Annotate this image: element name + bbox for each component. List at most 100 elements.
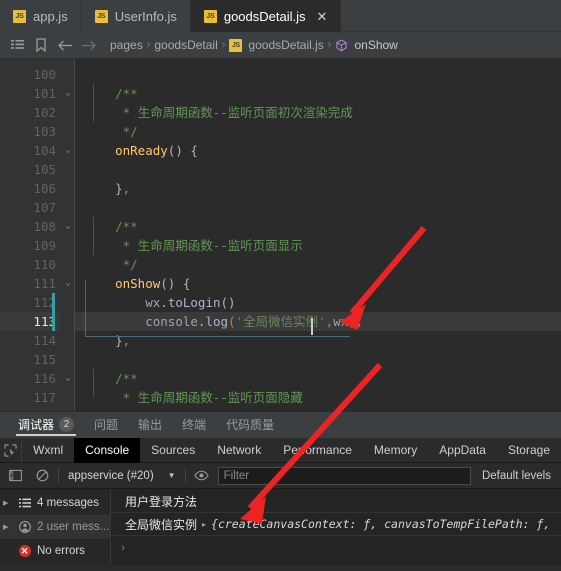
devtools-tab-performance[interactable]: Performance [272,438,363,463]
line-number: 112 [33,295,56,310]
editor-tab-userinfo-js[interactable]: JS UserInfo.js [81,0,191,32]
console-message[interactable]: 全局微信实例 ▸ {createCanvasContext: ƒ, canvas… [111,513,561,536]
console-message-text: 全局微信实例 [125,517,198,532]
devtools-tab-storage[interactable]: Storage [497,438,561,463]
bookmark-icon[interactable] [30,34,52,56]
console-object-preview[interactable]: {createCanvasContext: ƒ, canvasToTempFil… [211,517,550,531]
editor-tab-label: UserInfo.js [114,8,177,24]
fold-chevron-icon[interactable]: ⌄ [62,84,74,103]
console-output[interactable]: 用户登录方法 全局微信实例 ▸ {createCanvasContext: ƒ,… [111,489,561,565]
console-input-prompt[interactable]: › [111,536,561,558]
devtools-tab-wxml[interactable]: Wxml [22,438,74,463]
list-icon[interactable] [6,34,28,56]
breadcrumb-item-goodsdetail[interactable]: goodsDetail [154,38,217,52]
line-number: 116 ⌄ [0,369,70,388]
console-filter-input[interactable] [217,466,471,485]
comment-block-guide [93,369,94,397]
devtools-tab-appdata[interactable]: AppData [428,438,497,463]
back-arrow-icon[interactable] [54,34,76,56]
line-number: 115 [33,352,56,367]
line-number: 102 [33,105,56,120]
console-sidebar-item-errors[interactable]: ✕ No errors [0,539,110,563]
line-number-active: 113 [0,312,60,331]
console-sidebar-label: 4 messages [37,497,100,509]
devtools-panel: Wxml Console Sources Network Performance… [0,437,561,565]
element-picker-icon[interactable] [0,437,23,463]
expand-triangle-icon[interactable]: ▶ [3,523,12,531]
line-number: 114 [33,333,56,348]
console-message[interactable]: 用户登录方法 [111,490,561,513]
comment-close: */ [122,124,138,139]
code-line: * 生命周期函数--监听页面初次渲染完成 [75,103,561,122]
fold-chevron-icon[interactable]: ⌄ [62,369,74,388]
code-editor[interactable]: 100 101 ⌄ 102 103 104 ⌄ 105 106 107 108 … [0,59,561,411]
console-context-selector[interactable]: appservice (#20) ▼ [64,470,180,482]
list-icon [17,498,32,509]
panel-tab-terminal[interactable]: 终端 [172,411,216,438]
breadcrumb-item-onshow[interactable]: onShow [354,38,397,52]
breadcrumb-bar: pages › goodsDetail › JS goodsDetail.js … [0,32,561,59]
js-file-icon: JS [94,9,108,23]
fold-chevron-icon[interactable]: ⌄ [62,141,74,160]
ide-panel-tab-bar: 调试器 2 问题 输出 终端 代码质量 [0,411,561,438]
code-line: * 生命周期函数--监听页面隐藏 [122,390,303,405]
code-line: */ [122,257,138,272]
console-toolbar: appservice (#20) ▼ Default levels [0,463,561,489]
devtools-tab-sources[interactable]: Sources [140,438,206,463]
panel-tab-output[interactable]: 输出 [128,411,172,438]
expand-triangle-icon[interactable]: ▸ [202,520,206,529]
fold-chevron-icon[interactable]: ⌄ [62,274,74,293]
devtools-tab-bar: Wxml Console Sources Network Performance… [0,437,561,463]
breadcrumb-item-pages[interactable]: pages [110,38,143,52]
code-line: onReady() { [115,143,198,158]
forward-arrow-icon[interactable] [78,34,100,56]
editor-tab-label: app.js [33,8,68,24]
editor-tab-bar: JS app.js JS UserInfo.js JS goodsDetail.… [0,0,561,32]
devtools-tab-memory[interactable]: Memory [363,438,428,463]
line-number: 103 [33,124,56,139]
error-circle-icon: ✕ [17,545,32,557]
line-number: 110 [33,257,56,272]
line-number: 105 [33,162,56,177]
sidebar-toggle-icon[interactable] [4,465,26,487]
panel-tab-badge: 2 [59,417,75,432]
editor-tab-label: goodsDetail.js [223,8,306,24]
editor-code-lines[interactable]: /** * 生命周期函数--监听页面初次渲染完成 */ onReady() { … [75,59,561,411]
panel-tab-debugger[interactable]: 调试器 2 [8,411,84,438]
panel-tab-code-quality[interactable]: 代码质量 [216,411,284,438]
chevron-down-icon: ▼ [167,471,176,480]
panel-tab-label: 问题 [94,418,119,432]
close-icon[interactable]: ✕ [317,10,328,23]
code-line: * 生命周期函数--监听页面显示 [122,238,303,253]
devtools-tab-console[interactable]: Console [74,437,141,463]
breadcrumb-item-goodsdetail-js[interactable]: goodsDetail.js [248,38,323,52]
console-sidebar-item-user-messages[interactable]: ▶ 2 user mess... [0,515,110,539]
text-caret [311,318,313,335]
toolbar-divider [184,468,186,483]
console-sidebar-label: No errors [37,545,85,557]
user-icon [17,521,32,533]
console-body: ▶ 4 messages ▶ 2 user mess... ✕ No error… [0,489,561,565]
breadcrumb-separator: › [221,39,226,51]
clear-console-icon[interactable] [31,465,53,487]
code-line: /** [115,371,138,386]
breadcrumb: pages › goodsDetail › JS goodsDetail.js … [110,38,398,52]
console-sidebar-item-messages[interactable]: ▶ 4 messages [0,491,110,515]
panel-tab-problems[interactable]: 问题 [84,411,128,438]
expand-triangle-icon[interactable]: ▶ [3,499,12,507]
fold-chevron-icon[interactable]: ⌄ [62,217,74,236]
method-cube-icon [335,38,348,52]
console-log-levels[interactable]: Default levels [476,470,557,482]
eye-icon[interactable] [191,465,213,487]
js-file-icon: JS [13,9,26,23]
console-message-text: 用户登录方法 [125,494,198,509]
devtools-tab-network[interactable]: Network [206,438,272,463]
editor-tab-app-js[interactable]: JS app.js [0,0,82,32]
js-file-icon: JS [229,38,243,52]
editor-gutter: 100 101 ⌄ 102 103 104 ⌄ 105 106 107 108 … [0,59,71,411]
comment-block-guide [93,217,94,255]
line-number: 100 [33,67,56,82]
editor-tab-goodsdetail-js[interactable]: JS goodsDetail.js ✕ [190,0,342,32]
